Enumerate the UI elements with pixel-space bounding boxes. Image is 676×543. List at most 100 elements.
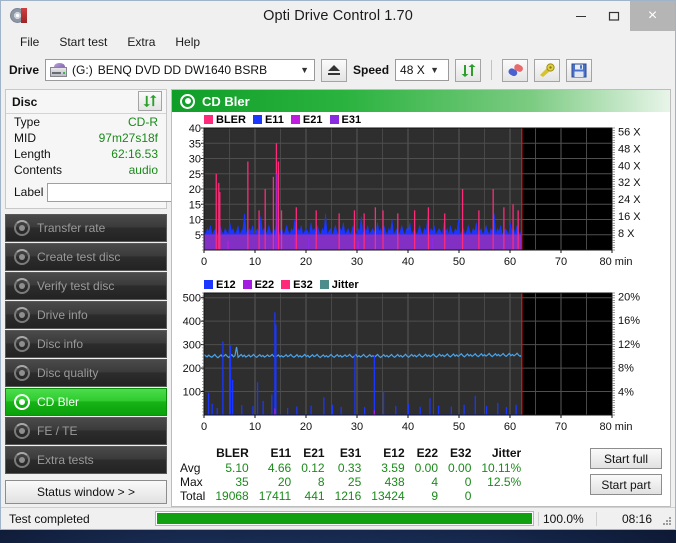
bler-chart-canvas[interactable]: 5 10 15 20 25 30 35 40 8 X 16 X 24 X 32 X 40 X 48 X 56…: [172, 112, 674, 272]
legend-label: E31: [341, 114, 362, 126]
legend-label: E22: [254, 279, 275, 291]
disc-refresh-button[interactable]: [138, 90, 162, 111]
legend-item-e12: E12: [204, 279, 236, 291]
status-bar: Test completed 100.0% 08:16: [1, 507, 675, 529]
menu-item-file[interactable]: File: [11, 33, 48, 51]
sidebar-item-drive-info[interactable]: Drive info: [5, 301, 167, 329]
svg-text:50: 50: [453, 256, 465, 268]
sidebar-item-create-test-disc[interactable]: Create test disc: [5, 243, 167, 271]
svg-text:20%: 20%: [618, 292, 640, 304]
progress-fill: [157, 513, 532, 524]
eject-button[interactable]: [321, 58, 348, 82]
svg-text:70: 70: [555, 256, 567, 268]
legend-swatch: [204, 115, 213, 124]
disc-value-mid: 97m27s18f: [98, 131, 158, 145]
stats-col-e22: E22: [416, 446, 439, 460]
drive-toolbar: Drive (G:) BENQ DVD DD DW1640 BSRB ▼ Spe…: [1, 53, 675, 87]
sidebar-item-extra-tests[interactable]: Extra tests: [5, 446, 167, 474]
jitter-chart-canvas[interactable]: 100 200 300 400 500 4% 8% 12% 16% 20% 0 10 20 30 40 50 6…: [172, 277, 674, 437]
stats-col-e32: E32: [450, 446, 472, 460]
svg-text:56 X: 56 X: [618, 126, 641, 138]
stats-cell: 10.11%: [481, 461, 522, 475]
drive-label: Drive: [9, 63, 40, 77]
title-bar: Opti Drive Control 1.70 ×: [1, 1, 675, 31]
sidebar-label: CD Bler: [37, 395, 80, 409]
erase-button[interactable]: [502, 58, 529, 82]
stats-cell: 1216: [334, 489, 362, 503]
start-part-button[interactable]: Start part: [590, 474, 662, 495]
window-title: Opti Drive Control 1.70: [263, 8, 413, 24]
resize-grip[interactable]: [658, 512, 672, 526]
menu-item-help[interactable]: Help: [166, 33, 209, 51]
svg-text:30: 30: [351, 421, 363, 433]
svg-text:16%: 16%: [618, 315, 640, 327]
sidebar-item-transfer-rate[interactable]: Transfer rate: [5, 214, 167, 242]
legend-item-jitter: Jitter: [319, 279, 359, 291]
sidebar-item-fe-te[interactable]: FE / TE: [5, 417, 167, 445]
disc-row-contents: Contents audio: [6, 162, 166, 178]
refresh-button[interactable]: [455, 58, 482, 82]
sidebar-label: Verify test disc: [37, 279, 115, 293]
disc-row-length: Length 62:16.53: [6, 146, 166, 162]
stats-cell: 17411: [258, 489, 292, 503]
sidebar-label: Disc info: [37, 337, 84, 351]
svg-text:40: 40: [402, 256, 414, 268]
svg-text:30: 30: [351, 256, 363, 268]
svg-text:10: 10: [249, 256, 261, 268]
disc-icon: [14, 394, 30, 410]
legend-swatch: [319, 280, 329, 289]
stats-cell: 438: [384, 475, 405, 489]
menu-bar: File Start test Extra Help: [1, 31, 675, 53]
speed-select[interactable]: 48 X ▼: [395, 59, 450, 81]
svg-text:200: 200: [183, 363, 201, 375]
svg-text:80 min: 80 min: [599, 256, 632, 268]
svg-text:16 X: 16 X: [618, 211, 641, 223]
svg-text:30: 30: [189, 154, 201, 166]
svg-text:500: 500: [183, 293, 201, 305]
legend-item-e11: E11: [252, 114, 284, 126]
stats-corner: [176, 446, 210, 461]
speed-value: 48 X: [400, 63, 425, 77]
svg-text:60: 60: [504, 421, 516, 433]
disc-icon: [14, 365, 30, 381]
sidebar-item-cd-bler[interactable]: CD Bler: [5, 388, 167, 416]
legend-item-bler: BLER: [204, 114, 246, 126]
stats-table: BLER E11 E21 E31 E12 E22 E32 Jitter Avg: [176, 446, 526, 503]
left-panel: Disc Type CD-R MID 97m27s18f Length 62:1…: [5, 89, 252, 507]
drive-select[interactable]: (G:) BENQ DVD DD DW1640 BSRB ▼: [45, 59, 316, 81]
tools-button[interactable]: [534, 58, 561, 82]
stats-cell: 0: [464, 475, 472, 489]
svg-text:70: 70: [555, 421, 567, 433]
progress-bar: [155, 511, 534, 526]
start-full-button[interactable]: Start full: [590, 448, 662, 469]
svg-text:25: 25: [189, 169, 201, 181]
disc-label-row: Label: [6, 178, 252, 208]
menu-item-start-test[interactable]: Start test: [50, 33, 116, 51]
legend-swatch: [252, 115, 262, 124]
sidebar-label: FE / TE: [37, 424, 78, 438]
save-button[interactable]: [566, 58, 593, 82]
svg-text:48 X: 48 X: [618, 143, 641, 155]
sidebar-item-disc-info[interactable]: Disc info: [5, 330, 167, 358]
status-window-button[interactable]: Status window > >: [5, 480, 167, 504]
start-buttons: Start full Start part: [590, 446, 666, 503]
svg-text:20: 20: [189, 184, 201, 196]
stats-cell: 35: [235, 475, 249, 489]
sidebar-label: Transfer rate: [37, 221, 106, 235]
legend-swatch: [281, 280, 291, 289]
svg-text:5: 5: [195, 230, 201, 242]
sidebar-item-verify-test-disc[interactable]: Verify test disc: [5, 272, 167, 300]
progress-percent: 100.0%: [538, 511, 596, 526]
stats-col-bler: BLER: [216, 446, 249, 460]
stats-cell: 13424: [371, 489, 405, 503]
sidebar-item-disc-quality[interactable]: Disc quality: [5, 359, 167, 387]
menu-item-extra[interactable]: Extra: [118, 33, 164, 51]
tab-cd-bler[interactable]: CD Bler: [172, 90, 670, 112]
disc-key-type: Type: [14, 115, 41, 129]
stats-cell: 0.33: [337, 461, 362, 475]
disc-panel-title: Disc: [12, 94, 38, 109]
svg-text:300: 300: [183, 340, 201, 352]
legend-item-e21: E21: [290, 114, 323, 126]
stats-cell: 19068: [215, 489, 249, 503]
svg-text:0: 0: [201, 421, 207, 433]
